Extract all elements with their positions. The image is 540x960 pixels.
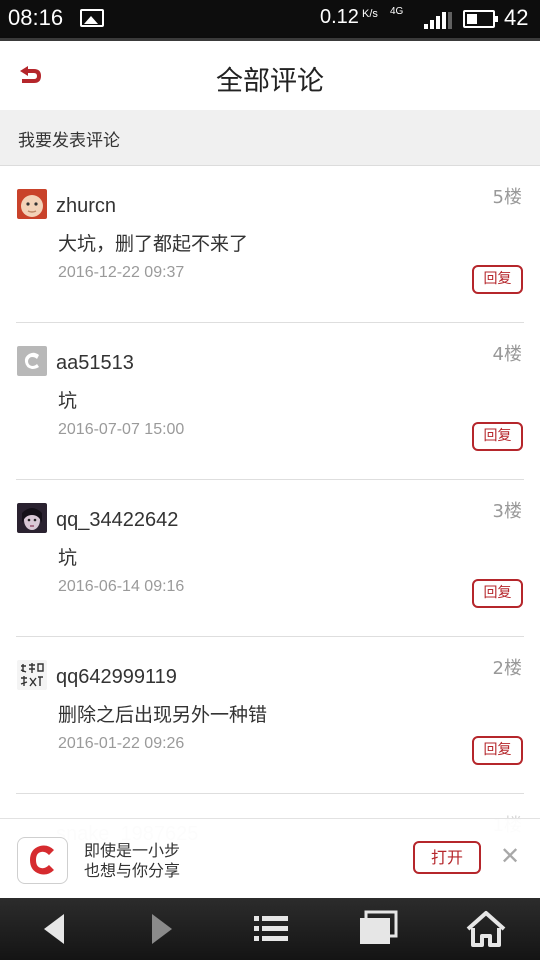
avatar[interactable] [17, 660, 47, 690]
comment-text: 坑 [58, 547, 78, 569]
menu-list-icon[interactable] [230, 898, 310, 960]
app-promo-banner: 即使是一小步 也想与你分享 打开 ✕ [0, 818, 540, 898]
comment-item: aa51513 4楼 坑 2016-07-07 15:00 回复 [0, 323, 540, 480]
image-icon [80, 9, 104, 27]
comment-username[interactable]: zhurcn [56, 195, 116, 218]
comment-text: 删除之后出现另外一种错 [58, 704, 268, 726]
comment-date: 2016-01-22 09:26 [58, 735, 185, 752]
reply-button[interactable]: 回复 [472, 579, 523, 608]
banner-text-line2: 也想与你分享 [84, 861, 181, 880]
network-type: 4G [390, 6, 404, 17]
battery-icon [463, 10, 498, 28]
home-icon[interactable] [446, 898, 526, 960]
comment-floor: 4楼 [492, 344, 522, 365]
comment-username[interactable]: qq642999119 [56, 666, 177, 689]
app-logo-icon [17, 837, 68, 884]
comment-floor: 5楼 [492, 187, 522, 208]
reply-button[interactable]: 回复 [472, 736, 523, 765]
post-comment-bar[interactable]: 我要发表评论 [0, 110, 540, 166]
signal-icon [424, 11, 452, 29]
comment-item: zhurcn 5楼 大坑，删了都起不来了 2016-12-22 09:37 回复 [0, 166, 540, 323]
comment-floor: 3楼 [492, 501, 522, 522]
avatar[interactable] [17, 503, 47, 533]
comment-item: qq642999119 2楼 删除之后出现另外一种错 2016-01-22 09… [0, 637, 540, 794]
reply-button[interactable]: 回复 [472, 422, 523, 451]
avatar[interactable] [17, 189, 47, 219]
comment-date: 2016-12-22 09:37 [58, 264, 185, 281]
avatar[interactable] [17, 346, 47, 376]
comment-floor: 2楼 [492, 658, 522, 679]
windows-icon[interactable] [338, 898, 418, 960]
page-title: 全部评论 [216, 66, 324, 97]
network-speed-unit: K/s [362, 8, 378, 20]
comment-item: qq_34422642 3楼 坑 2016-06-14 09:16 回复 [0, 480, 540, 637]
comment-date: 2016-07-07 15:00 [58, 421, 185, 438]
comment-text: 大坑，删了都起不来了 [58, 233, 249, 255]
forward-triangle-icon[interactable] [122, 898, 202, 960]
open-app-button[interactable]: 打开 [413, 841, 481, 874]
comment-username[interactable]: aa51513 [56, 352, 134, 375]
back-triangle-icon[interactable] [14, 898, 94, 960]
battery-percent: 42 [504, 5, 529, 30]
post-comment-label: 我要发表评论 [18, 131, 120, 151]
status-bar: 08:16 0.12 K/s 4G 42 [0, 0, 540, 38]
comment-date: 2016-06-14 09:16 [58, 578, 185, 595]
app-header: 全部评论 [0, 38, 540, 110]
close-icon[interactable]: ✕ [498, 841, 522, 871]
comment-text: 坑 [58, 390, 78, 412]
status-time: 08:16 [8, 5, 64, 30]
network-speed: 0.12 [320, 6, 359, 28]
divider [16, 793, 524, 794]
navigation-bar [0, 898, 540, 960]
reply-button[interactable]: 回复 [472, 265, 523, 294]
comment-username[interactable]: qq_34422642 [56, 509, 178, 532]
